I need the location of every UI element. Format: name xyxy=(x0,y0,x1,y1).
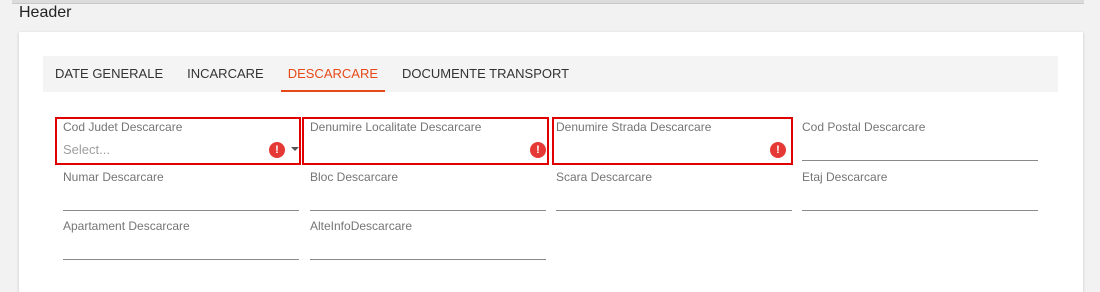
denumire-strada-input[interactable] xyxy=(556,142,746,157)
etaj-input[interactable] xyxy=(802,192,992,207)
scara-control[interactable] xyxy=(556,188,792,211)
cod-postal-label: Cod Postal Descarcare xyxy=(802,120,926,134)
tab-documente-transport[interactable]: DOCUMENTE TRANSPORT xyxy=(390,56,581,92)
field-numar: Numar Descarcare xyxy=(63,170,299,211)
field-alte-info: AlteInfoDescarcare xyxy=(310,219,546,260)
field-cod-postal: Cod Postal Descarcare xyxy=(802,120,1038,161)
error-circle-icon: ! xyxy=(530,142,546,158)
field-apartament: Apartament Descarcare xyxy=(63,219,299,260)
field-etaj: Etaj Descarcare xyxy=(802,170,1038,211)
bloc-input[interactable] xyxy=(310,192,500,207)
cod-postal-control[interactable] xyxy=(802,138,1038,161)
cod-judet-label: Cod Judet Descarcare xyxy=(63,120,183,134)
scara-label: Scara Descarcare xyxy=(556,170,653,184)
field-scara: Scara Descarcare xyxy=(556,170,792,211)
apartament-label: Apartament Descarcare xyxy=(63,219,190,233)
cod-judet-input[interactable] xyxy=(63,142,253,157)
denumire-localitate-label: Denumire Localitate Descarcare xyxy=(310,120,482,134)
tab-incarcare[interactable]: INCARCARE xyxy=(175,56,276,92)
bloc-control[interactable] xyxy=(310,188,546,211)
numar-control[interactable] xyxy=(63,188,299,211)
tab-bar: DATE GENERALE INCARCARE DESCARCARE DOCUM… xyxy=(43,56,1058,92)
error-circle-icon: ! xyxy=(269,142,285,158)
caret-down-icon[interactable] xyxy=(291,147,299,151)
cod-postal-input[interactable] xyxy=(802,142,992,157)
denumire-localitate-control[interactable]: ! xyxy=(310,138,546,161)
page-heading: Header xyxy=(19,4,72,21)
apartament-control[interactable] xyxy=(63,237,299,260)
field-bloc: Bloc Descarcare xyxy=(310,170,546,211)
denumire-strada-control[interactable]: ! xyxy=(556,138,792,161)
field-denumire-strada: Denumire Strada Descarcare ! xyxy=(556,120,792,160)
apartament-input[interactable] xyxy=(63,241,253,256)
etaj-control[interactable] xyxy=(802,188,1038,211)
field-cod-judet: Cod Judet Descarcare ! xyxy=(63,120,299,160)
bloc-label: Bloc Descarcare xyxy=(310,170,399,184)
alte-info-control[interactable] xyxy=(310,237,546,260)
scara-input[interactable] xyxy=(556,192,746,207)
alte-info-label: AlteInfoDescarcare xyxy=(310,219,413,233)
alte-info-input[interactable] xyxy=(310,241,500,256)
top-strip xyxy=(12,0,1084,4)
field-denumire-localitate: Denumire Localitate Descarcare ! xyxy=(310,120,546,160)
etaj-label: Etaj Descarcare xyxy=(802,170,888,184)
tab-descarcare[interactable]: DESCARCARE xyxy=(276,56,390,92)
tab-date-generale[interactable]: DATE GENERALE xyxy=(43,56,175,92)
numar-label: Numar Descarcare xyxy=(63,170,164,184)
denumire-strada-label: Denumire Strada Descarcare xyxy=(556,120,712,134)
error-circle-icon: ! xyxy=(770,142,786,158)
denumire-localitate-input[interactable] xyxy=(310,142,500,157)
cod-judet-select[interactable]: ! xyxy=(63,138,299,161)
numar-input[interactable] xyxy=(63,192,253,207)
